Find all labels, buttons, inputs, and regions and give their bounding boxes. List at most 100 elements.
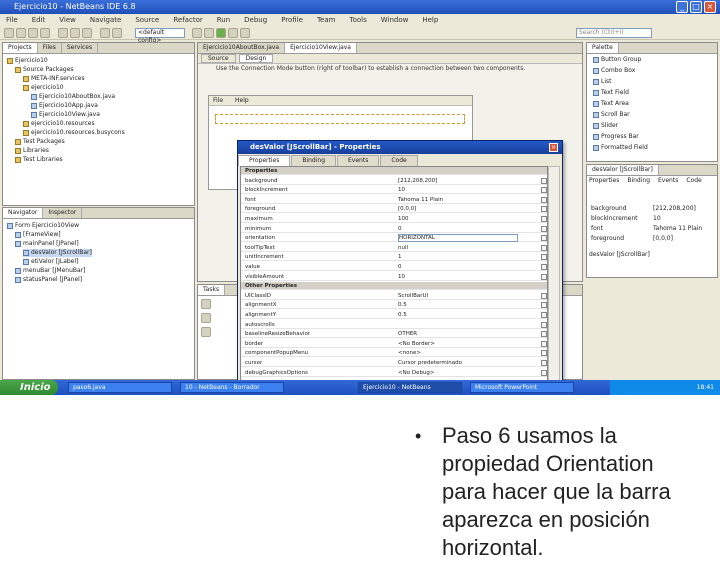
menu-item[interactable]: Profile [281, 16, 303, 24]
property-value[interactable]: 100 [398, 215, 409, 223]
clean-build-icon[interactable] [204, 28, 214, 38]
menu-item[interactable]: Refactor [173, 16, 202, 24]
ellipsis-button[interactable] [541, 302, 547, 309]
menu-item[interactable]: Source [135, 16, 159, 24]
redo-icon[interactable] [112, 28, 122, 38]
tree-row[interactable]: Test Packages [15, 138, 65, 146]
maximize-button[interactable]: □ [690, 1, 702, 13]
tab-item[interactable]: Navigator [3, 208, 44, 218]
property-row[interactable]: foreground [0,0,0] [241, 205, 547, 214]
tab-item[interactable]: Services [62, 43, 99, 53]
property-row[interactable]: blockIncrement 10 [241, 186, 547, 195]
navigator-row[interactable]: Form Ejercicio10View [7, 222, 79, 230]
dialog-scrollbar[interactable] [548, 166, 560, 382]
property-value[interactable]: <No Border> [398, 340, 435, 348]
palette-item[interactable]: Slider [593, 122, 618, 130]
menu-item[interactable]: Tools [349, 16, 366, 24]
tree-row[interactable]: Ejercicio10View.java [31, 111, 100, 119]
property-row[interactable]: font Tahoma 11 Plain [241, 196, 547, 204]
navigator-row[interactable]: etiValor [JLabel] [23, 258, 78, 266]
properties-side-tab[interactable]: Properties [589, 177, 619, 184]
property-value[interactable]: [212,208,200] [398, 177, 437, 185]
ellipsis-button[interactable] [541, 273, 547, 280]
taskbar-task[interactable]: paso6.java [68, 382, 172, 393]
form-menu-item[interactable]: File [213, 97, 223, 104]
new-file-icon[interactable] [16, 28, 26, 38]
palette-item[interactable]: Formatted Field [593, 144, 648, 152]
property-row[interactable]: orientation HORIZONTAL [241, 234, 547, 243]
property-row[interactable]: value 0 [241, 263, 547, 271]
tree-row[interactable]: Ejercicio10AboutBox.java [31, 93, 115, 101]
tree-row[interactable]: Source Packages [15, 66, 74, 74]
menu-item[interactable]: Navigate [90, 16, 121, 24]
tab-item[interactable]: Ejercicio10AboutBox.java [198, 43, 286, 53]
ellipsis-button[interactable] [541, 235, 547, 242]
taskbar-task[interactable]: Microsoft PowerPoint [470, 382, 574, 393]
property-row[interactable]: alignmentY 0.5 [241, 311, 547, 319]
property-value[interactable]: 0 [398, 263, 402, 271]
tree-row[interactable]: ejercicio10 [23, 84, 64, 92]
tree-row[interactable]: Ejercicio10App.java [31, 102, 98, 110]
taskbar-task[interactable]: 10 - NetBeans - Borrador [180, 382, 284, 393]
property-row[interactable]: baselineResizeBehavior OTHER [241, 330, 547, 339]
property-row[interactable]: toolTipText null [241, 244, 547, 252]
copy-icon[interactable] [70, 28, 80, 38]
property-value[interactable]: Cursor predeterminado [398, 359, 462, 367]
config-select[interactable]: <default config> [135, 28, 185, 44]
property-value[interactable]: [0,0,0] [398, 205, 416, 213]
property-row[interactable]: background [212,208,200] [241, 177, 547, 185]
tab-item[interactable]: Files [38, 43, 62, 53]
property-value[interactable]: 1 [398, 253, 402, 261]
filter-icon[interactable] [201, 299, 211, 309]
navigator-row[interactable]: mainPanel [JPanel] [15, 240, 79, 248]
property-value[interactable]: 10 [653, 215, 661, 223]
dialog-tab[interactable]: Binding [291, 155, 337, 166]
property-value[interactable]: [0,0,0] [653, 235, 673, 243]
ellipsis-button[interactable] [541, 206, 547, 213]
palette-item[interactable]: Text Area [593, 100, 629, 108]
dialog-tab[interactable]: Code [380, 155, 418, 166]
dialog-tab[interactable]: Properties [238, 155, 291, 166]
scope-icon[interactable] [201, 313, 211, 323]
run-icon[interactable] [216, 28, 226, 38]
ellipsis-button[interactable] [541, 177, 547, 184]
property-row[interactable]: alignmentX 0.5 [241, 301, 547, 310]
property-value[interactable]: 0.5 [398, 311, 407, 319]
property-value[interactable]: <none> [398, 349, 421, 357]
menu-item[interactable]: Run [217, 16, 230, 24]
menu-item[interactable]: Edit [32, 16, 46, 24]
tab-item[interactable]: Inspector [43, 208, 83, 218]
property-value[interactable]: ScrollBarUI [398, 292, 428, 300]
palette-item[interactable]: Progress Bar [593, 133, 639, 141]
menu-item[interactable]: File [6, 16, 18, 24]
ellipsis-button[interactable] [541, 264, 547, 270]
property-row[interactable]: autoscrolls [241, 321, 547, 329]
menu-item[interactable]: Help [422, 16, 438, 24]
navigator-row[interactable]: desValor [JScrollBar] [23, 249, 92, 257]
tree-row[interactable]: META-INF.services [23, 75, 85, 83]
property-row[interactable]: componentPopupMenu <none> [241, 349, 547, 358]
debug-icon[interactable] [228, 28, 238, 38]
ellipsis-button[interactable] [541, 331, 547, 338]
property-row[interactable]: UIClassID ScrollBarUI [241, 292, 547, 300]
ellipsis-button[interactable] [541, 312, 547, 318]
properties-side-tab[interactable]: Binding [627, 177, 650, 184]
open-project-icon[interactable] [28, 28, 38, 38]
navigator-row[interactable]: [FrameView] [15, 231, 61, 239]
orientation-select[interactable]: HORIZONTAL [398, 234, 518, 243]
palette-item[interactable]: Combo Box [593, 67, 635, 75]
ellipsis-button[interactable] [541, 340, 547, 347]
taskbar-task[interactable]: Ejercicio10 - NetBeans [358, 382, 462, 393]
ellipsis-button[interactable] [541, 292, 547, 299]
tree-row[interactable]: ejercicio10.resources.busycons [23, 129, 125, 137]
ellipsis-button[interactable] [541, 254, 547, 261]
cut-icon[interactable] [58, 28, 68, 38]
ellipsis-button[interactable] [541, 216, 547, 222]
new-project-icon[interactable] [4, 28, 14, 38]
property-value[interactable]: 10 [398, 273, 405, 281]
property-row[interactable]: minimum 0 [241, 225, 547, 233]
property-value[interactable]: 0.5 [398, 301, 407, 309]
menu-item[interactable]: Window [381, 16, 409, 24]
menu-item[interactable]: Debug [244, 16, 267, 24]
paste-icon[interactable] [82, 28, 92, 38]
